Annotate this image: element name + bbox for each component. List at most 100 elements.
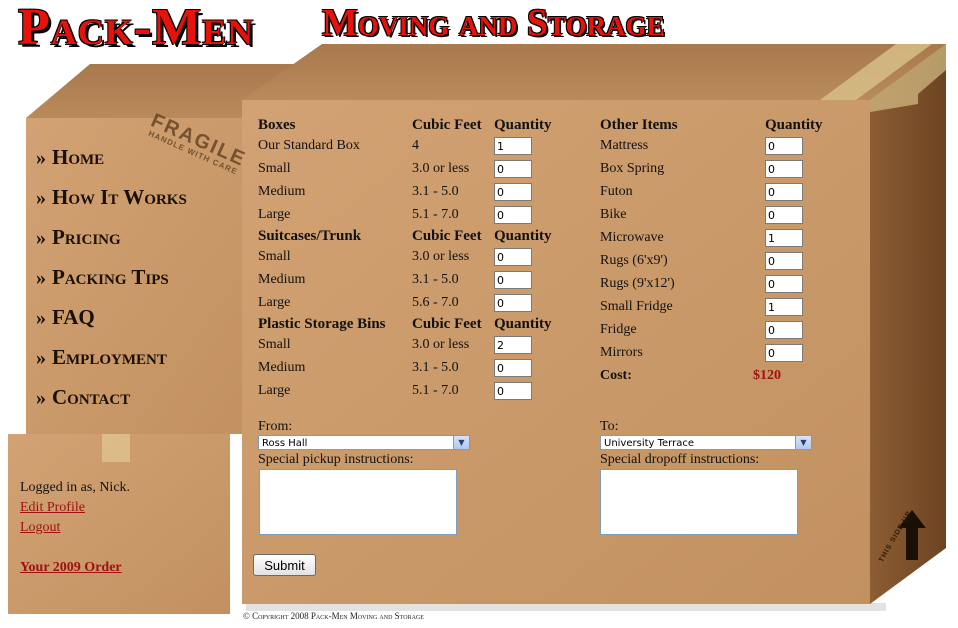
pickup-instructions-textarea[interactable]: [259, 469, 457, 535]
from-label: From:: [258, 419, 293, 434]
chevron-icon: »: [36, 307, 46, 329]
qty-input-standard-box[interactable]: [494, 137, 532, 155]
chevron-icon: »: [36, 387, 46, 409]
edit-profile-link[interactable]: Edit Profile: [20, 498, 130, 518]
nav-packing-tips-label: Packing Tips: [52, 265, 169, 289]
boxes-cubic-header: Cubic Feet: [412, 117, 482, 133]
item-label: Large: [258, 295, 291, 310]
qty-input-futon[interactable]: [765, 183, 803, 201]
qty-input-box-medium[interactable]: [494, 183, 532, 201]
from-select-value: Ross Hall: [262, 438, 308, 449]
qty-input-box-large[interactable]: [494, 206, 532, 224]
item-label: Large: [258, 207, 291, 222]
item-label: Rugs (9'x12'): [600, 276, 675, 291]
nav-pricing[interactable]: » Pricing: [36, 224, 187, 264]
item-label: Mirrors: [600, 345, 643, 360]
nav-how-it-works-label: How It Works: [52, 185, 187, 209]
suitcases-qty-header: Quantity: [494, 228, 552, 244]
nav-home[interactable]: » Home: [36, 144, 187, 184]
item-label: Box Spring: [600, 161, 665, 176]
item-label: Fridge: [600, 322, 637, 337]
chevron-down-icon[interactable]: ▼: [453, 436, 469, 449]
suitcases-header: Suitcases/Trunk: [258, 228, 362, 244]
logout-link[interactable]: Logout: [20, 518, 130, 538]
nav-contact-label: Contact: [52, 385, 131, 409]
qty-input-small-fridge[interactable]: [765, 298, 803, 316]
boxes-header: Boxes: [258, 117, 296, 133]
nav-employment-label: Employment: [52, 345, 167, 369]
chevron-icon: »: [36, 227, 46, 249]
item-label: Medium: [258, 272, 306, 287]
nav-faq-label: FAQ: [52, 305, 95, 329]
qty-input-rugs-6x9[interactable]: [765, 252, 803, 270]
to-select-value: University Terrace: [604, 438, 695, 449]
chevron-icon: »: [36, 267, 46, 289]
item-label: Futon: [600, 184, 633, 199]
item-label: Mattress: [600, 138, 649, 153]
item-cubic: 5.1 - 7.0: [412, 207, 459, 222]
nav-home-label: Home: [52, 145, 105, 169]
qty-input-mirrors[interactable]: [765, 344, 803, 362]
bins-cubic-header: Cubic Feet: [412, 316, 482, 332]
qty-input-fridge[interactable]: [765, 321, 803, 339]
item-cubic: 3.1 - 5.0: [412, 272, 459, 287]
qty-input-suitcase-small[interactable]: [494, 248, 532, 266]
nav-faq[interactable]: » FAQ: [36, 304, 187, 344]
qty-input-bike[interactable]: [765, 206, 803, 224]
chevron-icon: »: [36, 347, 46, 369]
item-label: Large: [258, 383, 291, 398]
nav-pricing-label: Pricing: [52, 225, 121, 249]
item-label: Bike: [600, 207, 627, 222]
item-cubic: 3.0 or less: [412, 337, 470, 352]
bins-header: Plastic Storage Bins: [258, 316, 386, 332]
chevron-icon: »: [36, 187, 46, 209]
item-label: Medium: [258, 184, 306, 199]
item-cubic: 3.0 or less: [412, 249, 470, 264]
to-label: To:: [600, 419, 619, 434]
other-items-header: Other Items: [600, 117, 678, 133]
qty-input-mattress[interactable]: [765, 137, 803, 155]
nav-how-it-works[interactable]: » How It Works: [36, 184, 187, 224]
nav-packing-tips[interactable]: » Packing Tips: [36, 264, 187, 304]
item-cubic: 4: [412, 138, 419, 153]
site-tagline: Moving and Storage: [322, 2, 665, 44]
qty-input-microwave[interactable]: [765, 229, 803, 247]
chevron-icon: »: [36, 147, 46, 169]
dropoff-instructions-textarea[interactable]: [600, 469, 798, 535]
item-cubic: 3.0 or less: [412, 161, 470, 176]
item-cubic: 5.1 - 7.0: [412, 383, 459, 398]
from-select[interactable]: Ross Hall ▼: [258, 435, 470, 450]
submit-button[interactable]: Submit: [253, 554, 316, 576]
nav-employment[interactable]: » Employment: [36, 344, 187, 384]
cost-label: Cost:: [600, 368, 632, 383]
qty-input-box-small[interactable]: [494, 160, 532, 178]
qty-input-bin-medium[interactable]: [494, 359, 532, 377]
qty-input-bin-large[interactable]: [494, 382, 532, 400]
other-items-qty-header: Quantity: [765, 117, 823, 133]
suitcases-cubic-header: Cubic Feet: [412, 228, 482, 244]
order-link[interactable]: Your 2009 Order: [20, 558, 130, 578]
item-label: Medium: [258, 360, 306, 375]
pickup-instructions-label: Special pickup instructions:: [258, 452, 414, 467]
qty-input-suitcase-medium[interactable]: [494, 271, 532, 289]
site-logo[interactable]: Pack-Men: [18, 2, 254, 54]
qty-input-bin-small[interactable]: [494, 336, 532, 354]
login-panel: Logged in as, Nick. Edit Profile Logout …: [20, 478, 130, 578]
item-label: Our Standard Box: [258, 138, 360, 153]
nav-contact[interactable]: » Contact: [36, 384, 187, 424]
item-cubic: 5.6 - 7.0: [412, 295, 459, 310]
item-label: Small: [258, 249, 291, 264]
dropoff-instructions-label: Special dropoff instructions:: [600, 452, 760, 467]
cost-value: $120: [753, 368, 781, 383]
item-label: Small: [258, 161, 291, 176]
item-cubic: 3.1 - 5.0: [412, 184, 459, 199]
item-cubic: 3.1 - 5.0: [412, 360, 459, 375]
qty-input-suitcase-large[interactable]: [494, 294, 532, 312]
qty-input-rugs-9x12[interactable]: [765, 275, 803, 293]
copyright-text: © Copyright 2008 Pack-Men Moving and Sto…: [243, 611, 424, 621]
qty-input-box-spring[interactable]: [765, 160, 803, 178]
chevron-down-icon[interactable]: ▼: [795, 436, 811, 449]
bins-qty-header: Quantity: [494, 316, 552, 332]
item-label: Small: [258, 337, 291, 352]
to-select[interactable]: University Terrace ▼: [600, 435, 812, 450]
